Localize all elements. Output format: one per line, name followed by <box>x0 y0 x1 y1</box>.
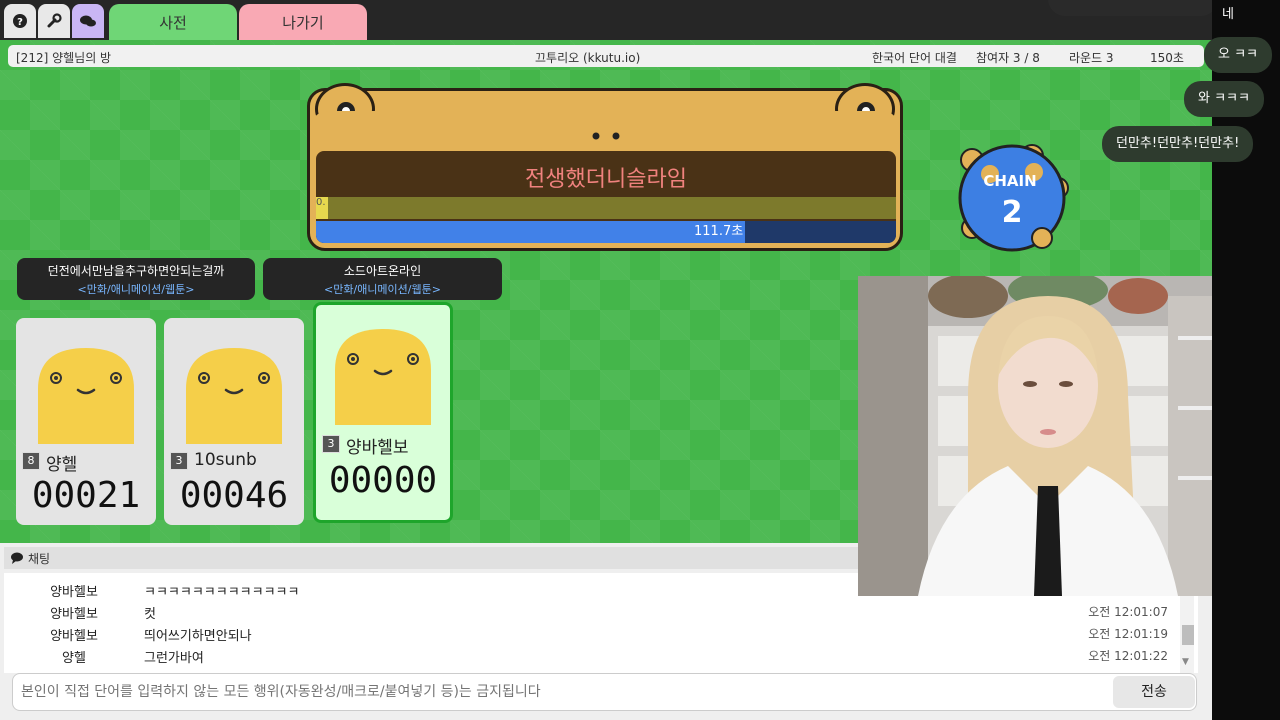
round-timer-fill: 111.7초 <box>316 221 746 243</box>
chat-text: ㅋㅋㅋㅋㅋㅋㅋㅋㅋㅋㅋㅋㅋ <box>144 585 300 600</box>
chat-message: 양바헬보 컷 오전 12:01:07 <box>4 603 1198 625</box>
chat-text: 띄어쓰기하면안되나 <box>144 629 252 644</box>
player-name: 양바헬보 <box>346 438 409 458</box>
scroll-down-icon[interactable]: ▼ <box>1182 657 1189 667</box>
chat-bubbles-icon <box>80 15 96 27</box>
chat-user[interactable]: 양바헬보 <box>4 625 144 644</box>
player-score: 00021 <box>31 475 141 516</box>
wrench-icon <box>47 13 62 28</box>
chat-title: 채팅 <box>28 552 51 566</box>
subject-card: 소드아트온라인 <만화/애니메이션/웹툰> <box>263 258 502 300</box>
player-count: 참여자 3 / 8 <box>976 51 1040 65</box>
subject-card: 던전에서만남을추구하면안되는걸까 <만화/애니메이션/웹툰> <box>17 258 255 300</box>
chain-label: CHAIN <box>983 172 1036 190</box>
chain-counter: CHAIN 2 <box>950 136 1070 256</box>
player-name: 양헬 <box>46 455 78 475</box>
player-avatar-icon <box>186 348 282 444</box>
word-board: 전생했더니슬라임 0. 111.7초 <box>307 83 903 251</box>
turn-timer-bar: 0. <box>316 197 896 219</box>
room-name: [212] 양헬님의 방 <box>16 51 112 65</box>
game-mode: 한국어 단어 대결 <box>872 51 957 65</box>
scrollbar-thumb[interactable] <box>1182 625 1194 645</box>
svg-text:?: ? <box>17 17 23 28</box>
player-card[interactable]: 8 양헬 00021 <box>16 318 156 525</box>
subject-title: 던전에서만남을추구하면안되는걸까 <box>47 264 225 278</box>
round-info: 라운드 3 <box>1069 51 1114 65</box>
player-name: 10sunb <box>194 450 257 470</box>
tab-dictionary[interactable]: 사전 <box>109 4 237 40</box>
chat-toggle-button[interactable] <box>72 4 104 38</box>
overlay-chat-pill <box>1048 0 1218 16</box>
level-badge: 3 <box>322 435 340 453</box>
turn-timer-fill: 0. <box>316 197 328 219</box>
chat-time: 오전 12:01:07 <box>1088 605 1168 619</box>
chat-user[interactable]: 양헬 <box>4 647 144 666</box>
level-badge: 3 <box>170 452 188 470</box>
chat-input-box: 전송 <box>12 673 1197 711</box>
player-card[interactable]: 3 10sunb 00046 <box>164 318 304 525</box>
overlay-chat-bubble: 오 ㅋㅋ <box>1204 37 1273 73</box>
nostrils-icon <box>592 132 620 140</box>
chat-time: 오전 12:01:22 <box>1088 649 1168 663</box>
player-card-active[interactable]: 3 양바헬보 00000 <box>313 302 453 523</box>
chat-text: 그런가바여 <box>144 651 204 666</box>
game-window: ? 사전 나가기 [212] 양헬님의 방 끄투리오 (kkutu.io) 한국… <box>0 0 1280 720</box>
subject-category: <만화/애니메이션/웹툰> <box>324 283 441 296</box>
word-display: 전생했더니슬라임 0. 111.7초 <box>316 151 896 243</box>
tab-exit[interactable]: 나가기 <box>239 4 367 40</box>
level-badge: 8 <box>22 452 40 470</box>
player-score: 00046 <box>179 475 289 516</box>
chain-count: 2 <box>1002 195 1023 230</box>
subject-title: 소드아트온라인 <box>343 264 422 278</box>
chat-user[interactable]: 양바헬보 <box>4 603 144 622</box>
subject-category: <만화/애니메이션/웹툰> <box>77 283 195 296</box>
settings-button[interactable] <box>38 4 70 38</box>
turn-timer-label: 0. <box>316 197 326 208</box>
player-avatar-icon <box>335 329 431 425</box>
player-score: 00000 <box>328 460 438 501</box>
overlay-chat-bubble: 던만추!던만추!던만추! <box>1102 126 1254 162</box>
chat-time: 오전 12:01:19 <box>1088 627 1168 641</box>
time-limit: 150초 <box>1150 51 1184 65</box>
top-bar: ? 사전 나가기 <box>0 0 1212 40</box>
chain-badge-icon: CHAIN 2 <box>958 144 1069 252</box>
chat-text: 컷 <box>144 607 156 622</box>
chat-message: 양헬 그런가바여 오전 12:01:22 <box>4 647 1198 669</box>
player-avatar-icon <box>38 348 134 444</box>
room-info-bar: [212] 양헬님의 방 끄투리오 (kkutu.io) 한국어 단어 대결 참… <box>8 45 1204 67</box>
send-button[interactable]: 전송 <box>1113 676 1195 708</box>
round-timer-bar: 111.7초 <box>316 221 896 243</box>
question-icon: ? <box>13 14 27 28</box>
chat-input[interactable] <box>21 681 1106 703</box>
chat-message: 양바헬보 띄어쓰기하면안되나 오전 12:01:19 <box>4 625 1198 647</box>
room-title: 끄투리오 (kkutu.io) <box>535 51 641 65</box>
overlay-text: 네 <box>1222 7 1234 22</box>
speech-bubble-icon <box>11 552 23 564</box>
help-button[interactable]: ? <box>4 4 36 38</box>
current-word: 전생했더니슬라임 <box>525 167 687 192</box>
overlay-chat-bubble: 와 ㅋㅋㅋ <box>1184 81 1264 117</box>
chat-user[interactable]: 양바헬보 <box>4 581 144 600</box>
